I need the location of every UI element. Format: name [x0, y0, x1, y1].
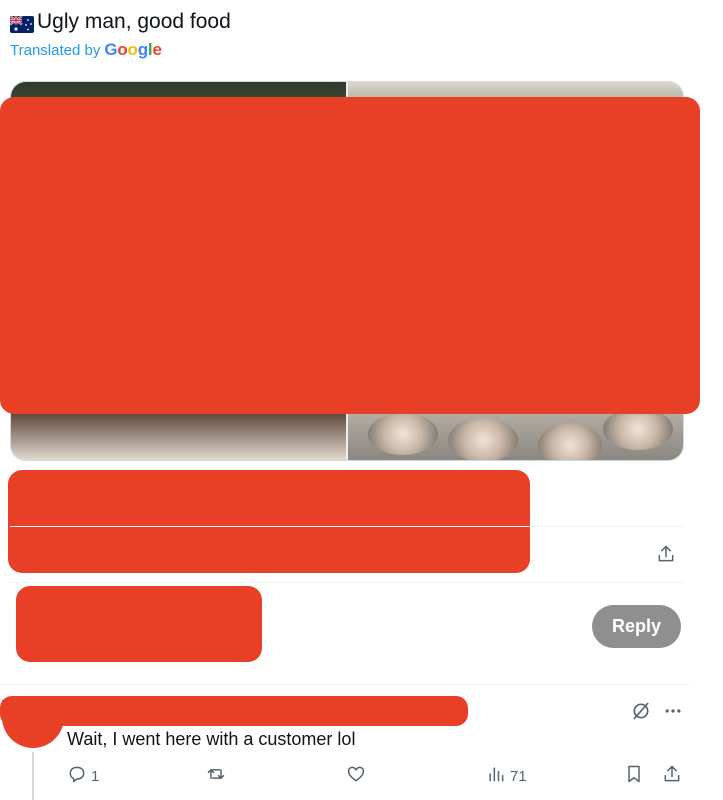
redaction-block: [0, 696, 468, 726]
tweet-body: Ugly man, good food: [37, 10, 231, 33]
google-logo-letter: g: [137, 40, 148, 59]
divider: [10, 526, 684, 527]
oyster: [368, 413, 438, 455]
divider: [0, 684, 690, 685]
grok-icon[interactable]: [630, 700, 652, 722]
google-logo: Google: [104, 40, 162, 60]
redaction-block: [8, 470, 530, 573]
translation-attribution[interactable]: Translated by Google: [10, 40, 162, 60]
oyster: [448, 418, 518, 460]
bookmark-action[interactable]: [624, 764, 644, 788]
reply-icon: [67, 764, 87, 788]
australia-flag-icon: [9, 14, 34, 33]
views-action[interactable]: 71: [486, 764, 527, 788]
reply-count: 1: [91, 767, 100, 785]
redacted-avatar: [2, 700, 64, 748]
like-icon: [346, 764, 366, 788]
like-action[interactable]: [346, 764, 366, 788]
reply-action[interactable]: 1: [67, 764, 99, 788]
redaction-block: [16, 586, 262, 662]
more-icon[interactable]: [662, 700, 684, 722]
share-icon[interactable]: [654, 542, 678, 566]
google-logo-letter: e: [152, 40, 162, 59]
share-icon: [662, 764, 682, 788]
redaction-block: [0, 97, 700, 414]
oyster: [538, 423, 602, 460]
views-icon: [486, 764, 506, 788]
share-action[interactable]: [662, 764, 682, 788]
thread-line: [32, 752, 34, 800]
retweet-action[interactable]: [206, 764, 226, 788]
views-count: 71: [510, 767, 527, 785]
google-logo-letter: o: [117, 40, 128, 59]
google-logo-letter: G: [104, 40, 118, 59]
divider: [10, 582, 684, 583]
retweet-icon: [206, 764, 226, 788]
oyster: [603, 408, 673, 450]
translated-by-label: Translated by: [10, 42, 101, 59]
tweet-text-row: Ugly man, good food: [9, 9, 231, 35]
bookmark-icon: [624, 764, 644, 788]
reply-button[interactable]: Reply: [592, 605, 681, 648]
google-logo-letter: o: [127, 40, 138, 59]
reply-tweet-text: Wait, I went here with a customer lol: [67, 729, 356, 749]
